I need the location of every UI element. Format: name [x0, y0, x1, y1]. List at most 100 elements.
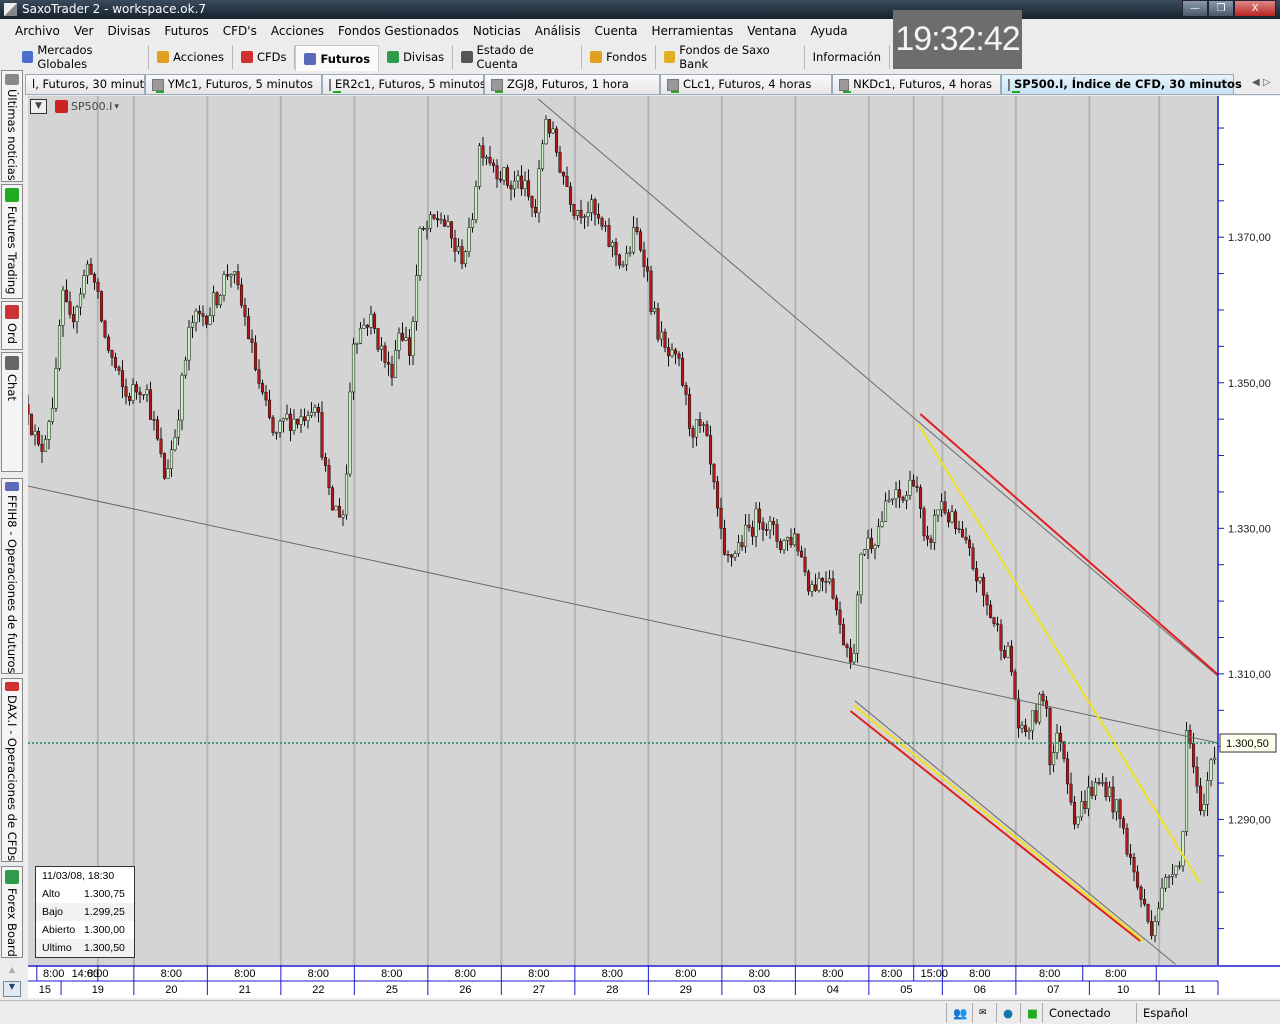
network-icon[interactable]: ● — [996, 1003, 1020, 1023]
menu-item[interactable]: Ver — [67, 24, 101, 38]
chart-menu-dropdown[interactable]: ▼ — [30, 99, 47, 114]
minimize-button[interactable]: — — [1182, 0, 1208, 17]
menu-item[interactable]: Ventana — [740, 24, 803, 38]
side-panel-tab[interactable]: Ord — [1, 301, 23, 350]
maximize-button[interactable]: ❐ — [1208, 0, 1234, 17]
side-panel-label: Últimas noticias — [5, 89, 19, 181]
chart-tab[interactable]: CLc1, Futuros, 4 horas — [660, 74, 832, 94]
toolbar-button[interactable]: Acciones — [149, 45, 233, 69]
chart-tab[interactable]: SP500.I, Índice de CFD, 30 minutos — [1001, 74, 1242, 94]
candle-down — [901, 496, 905, 501]
candle-down — [68, 301, 72, 315]
users-icon[interactable]: 👥 — [946, 1003, 972, 1023]
toolbar-button[interactable]: Información — [805, 45, 890, 69]
toolbar-button[interactable]: CFDs — [233, 45, 296, 69]
chart-tab[interactable]: l, Futuros, 30 minutos — [25, 74, 157, 94]
menu-item[interactable]: Archivo — [8, 24, 67, 38]
candle-down — [974, 568, 979, 582]
candle-down — [120, 370, 125, 388]
menu-item[interactable]: Cuenta — [587, 24, 644, 38]
toolbar-button[interactable]: Fondos — [582, 45, 656, 69]
candle-down — [698, 419, 702, 426]
candle-down — [1083, 801, 1087, 810]
candle-up — [414, 275, 419, 322]
chart-tab[interactable]: YMc1, Futuros, 5 minutos — [145, 74, 322, 94]
candle-down — [407, 337, 412, 356]
candle-down — [488, 156, 492, 164]
candle-down — [138, 391, 142, 396]
side-panel-tab[interactable]: FFIH8 - Operaciones de futuros — [1, 478, 23, 674]
toolbar-button[interactable]: Fondos de Saxo Bank — [656, 43, 805, 71]
candle-up — [1156, 907, 1161, 922]
candle-up — [78, 293, 83, 308]
side-panel-label: FFIH8 - Operaciones de futuros — [5, 494, 19, 673]
toolbar-button[interactable]: Futuros — [295, 45, 380, 71]
menu-item[interactable]: Futuros — [157, 24, 215, 38]
candle-up — [306, 415, 310, 421]
menu-item[interactable]: Fondos Gestionados — [331, 24, 466, 38]
candle-down — [92, 274, 97, 283]
day-label: 26 — [459, 984, 471, 996]
message-icon[interactable]: ✉ — [972, 1003, 996, 1023]
toolbar-button[interactable]: Mercados Globales — [14, 43, 150, 71]
close-button[interactable]: X — [1234, 0, 1276, 17]
candle-down — [771, 521, 776, 525]
scroll-down-icon[interactable]: ▼ — [3, 981, 21, 997]
day-label: 04 — [827, 984, 839, 996]
cfd-icon — [55, 100, 68, 113]
account-icon — [461, 51, 473, 63]
side-panel-tab[interactable]: Últimas noticias — [1, 70, 23, 182]
menu-item[interactable]: CFD's — [216, 24, 264, 38]
side-panel-tab[interactable]: Forex Board — [1, 866, 23, 958]
candle-up — [610, 242, 615, 247]
chart-tab[interactable]: ER2c1, Futuros, 5 minutos — [322, 74, 486, 94]
chevron-down-icon[interactable]: ▾ — [114, 102, 119, 112]
gear-globe-icon — [22, 51, 34, 63]
candle-up — [1153, 921, 1157, 936]
candle-down — [155, 419, 160, 440]
scroll-up-icon[interactable]: ▲ — [3, 965, 21, 981]
chart-tabs: l, Futuros, 30 minutos YMc1, Futuros, 5 m… — [25, 74, 1280, 95]
menu-item[interactable]: Noticias — [466, 24, 528, 38]
candle-up — [1177, 865, 1182, 868]
candle-up — [652, 308, 657, 312]
tab-scroll-arrows[interactable]: ◀ ▷ — [1252, 77, 1271, 88]
side-panel-tab[interactable]: Chat — [1, 352, 23, 472]
candle-up — [393, 350, 398, 378]
menu-item[interactable]: Análisis — [528, 24, 588, 38]
chart-tab[interactable]: NKDc1, Futuros, 4 horas — [832, 74, 1001, 94]
candle-down — [799, 550, 804, 558]
side-panel-tab[interactable]: DAX.I - Operaciones de CFDs — [1, 678, 23, 862]
candle-down — [29, 413, 34, 436]
candle-up — [1163, 876, 1168, 889]
language-status[interactable]: Español — [1136, 1003, 1280, 1023]
candle-up — [82, 275, 86, 295]
candle-down — [617, 254, 622, 266]
chart-tab[interactable]: ZGJ8, Futuros, 1 hora — [484, 74, 660, 94]
price-chart[interactable]: 1.290,00 1.310,00 1.330,00 1.350,00 1.370,00… — [28, 96, 1280, 998]
menu-item[interactable]: Herramientas — [645, 24, 741, 38]
candle-down — [1121, 818, 1126, 829]
candle-up — [278, 420, 282, 433]
candle-down — [1090, 786, 1094, 796]
candle-up — [859, 554, 863, 596]
symbol-selector[interactable]: ▼ SP500.I ▾ — [30, 99, 119, 114]
candle-up — [61, 289, 65, 326]
candle-down — [162, 453, 167, 479]
candle-down — [677, 353, 681, 359]
toolbar-button[interactable]: Estado de Cuenta — [453, 43, 583, 71]
candle-up — [1212, 757, 1217, 761]
side-panel-icon — [5, 682, 19, 691]
candle-up — [694, 419, 699, 438]
menu-item[interactable]: Ayuda — [804, 24, 855, 38]
menu-item[interactable]: Divisas — [100, 24, 157, 38]
candle-down — [453, 237, 457, 252]
hour-label: 8:00 — [87, 968, 108, 980]
candle-down — [1146, 903, 1150, 922]
menu-item[interactable]: Acciones — [264, 24, 331, 38]
toolbar-button[interactable]: Divisas — [379, 45, 454, 69]
candle-down — [250, 338, 254, 343]
side-panel-tab[interactable]: Futures Trading — [1, 184, 23, 299]
vertical-scrollbar[interactable]: ▲ ▼ — [3, 965, 21, 999]
candle-down — [848, 647, 853, 663]
